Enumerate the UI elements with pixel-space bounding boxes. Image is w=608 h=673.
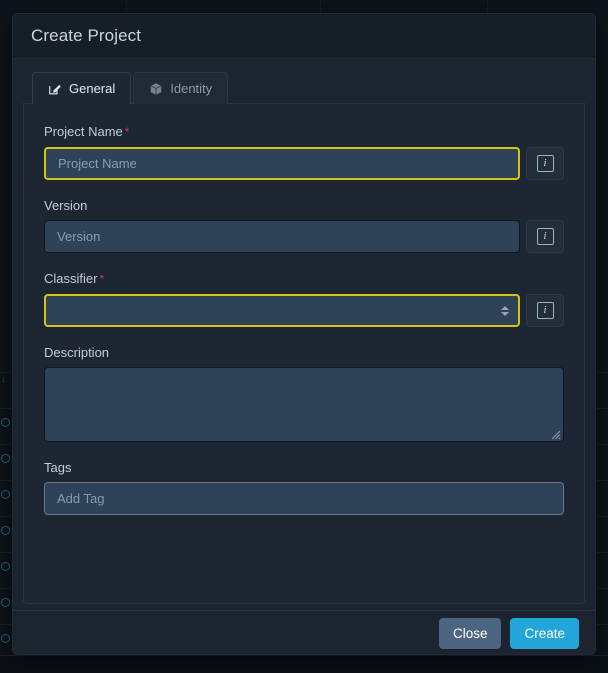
create-project-dialog: Create Project General xyxy=(12,13,596,655)
tags-input[interactable] xyxy=(44,482,564,515)
edit-square-icon xyxy=(48,82,62,96)
dialog-title: Create Project xyxy=(31,26,141,46)
close-button[interactable]: Close xyxy=(439,618,502,649)
classifier-info-button[interactable]: i xyxy=(526,294,564,327)
tab-panel-general: Project Name* i Version i xyxy=(23,104,585,604)
tab-strip: General Identity xyxy=(23,72,585,104)
background-bottom-bar xyxy=(0,655,608,673)
required-asterisk: * xyxy=(125,125,130,139)
tab-general[interactable]: General xyxy=(32,72,131,104)
project-name-label: Project Name* xyxy=(44,124,564,140)
project-name-label-text: Project Name xyxy=(44,124,123,139)
field-group-description: Description xyxy=(44,345,564,442)
classifier-label: Classifier* xyxy=(44,271,564,287)
dialog-body: General Identity Project Name* xyxy=(13,59,595,610)
description-label: Description xyxy=(44,345,564,360)
version-info-button[interactable]: i xyxy=(526,220,564,253)
description-textarea[interactable] xyxy=(44,367,564,442)
required-asterisk: * xyxy=(99,272,104,286)
tab-general-label: General xyxy=(69,81,115,96)
create-button[interactable]: Create xyxy=(510,618,579,649)
field-group-classifier: Classifier* i xyxy=(44,271,564,327)
field-group-project-name: Project Name* i xyxy=(44,124,564,180)
info-icon: i xyxy=(537,155,554,172)
cube-icon xyxy=(149,82,163,96)
info-icon: i xyxy=(537,302,554,319)
tags-label: Tags xyxy=(44,460,564,475)
field-group-tags: Tags xyxy=(44,460,564,515)
classifier-select[interactable] xyxy=(44,294,520,327)
project-name-input[interactable] xyxy=(44,147,520,180)
tab-identity[interactable]: Identity xyxy=(133,72,228,104)
field-group-version: Version i xyxy=(44,198,564,253)
version-label: Version xyxy=(44,198,564,213)
dialog-header: Create Project xyxy=(13,14,595,59)
project-name-info-button[interactable]: i xyxy=(526,147,564,180)
tab-identity-label: Identity xyxy=(170,81,212,96)
classifier-label-text: Classifier xyxy=(44,271,97,286)
dialog-footer: Close Create xyxy=(13,610,595,655)
version-input[interactable] xyxy=(44,220,520,253)
info-icon: i xyxy=(537,228,554,245)
